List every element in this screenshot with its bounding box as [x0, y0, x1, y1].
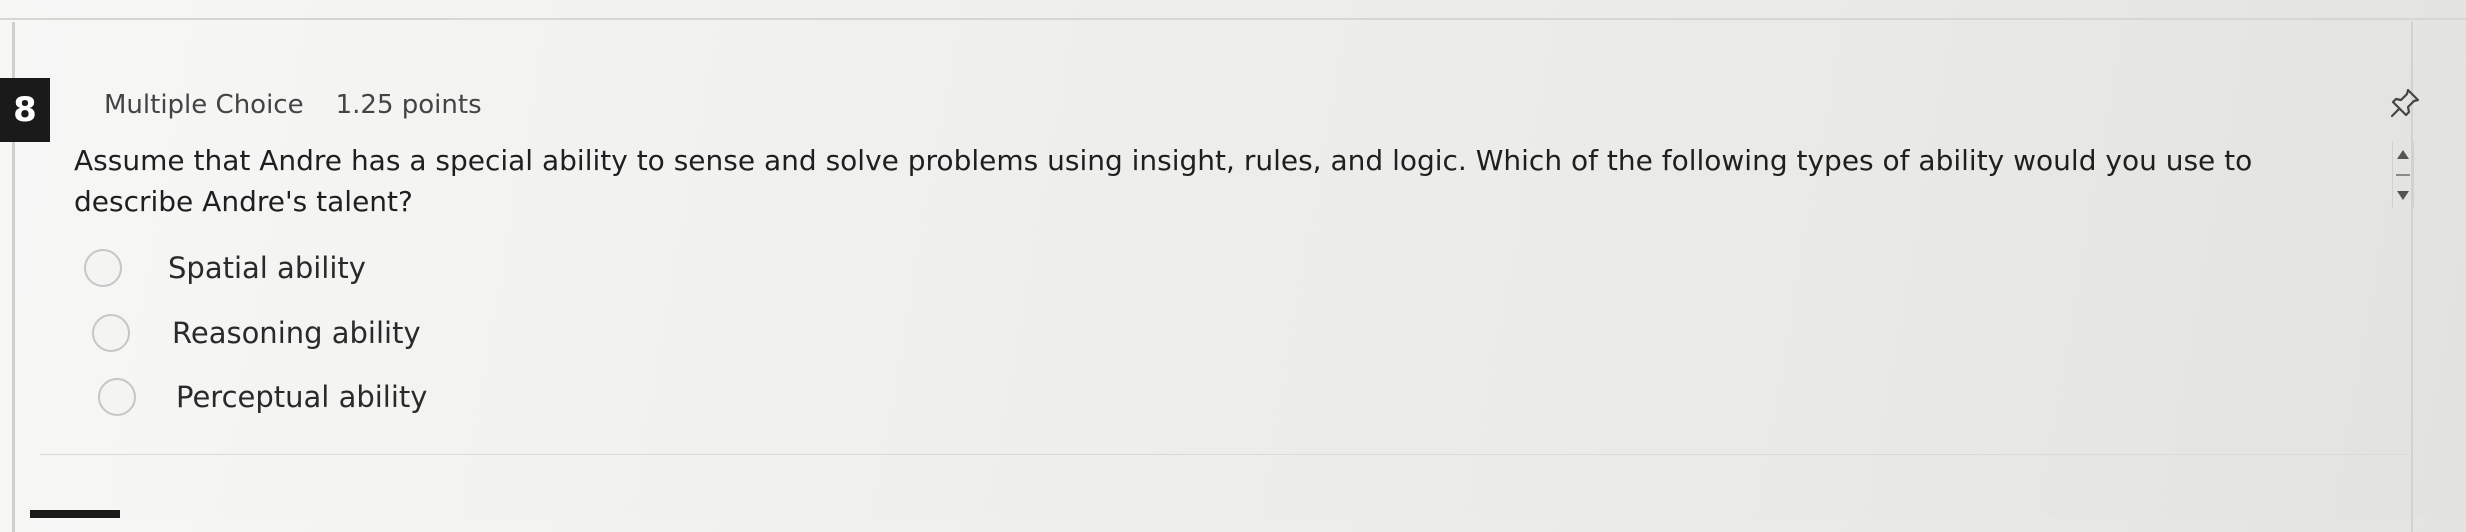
- question-meta: Multiple Choice 1.25 points: [104, 90, 482, 120]
- question-scroll-control[interactable]: [2392, 142, 2414, 208]
- radio-button-icon[interactable]: [98, 378, 136, 416]
- question-number-badge: 8: [0, 78, 50, 142]
- scroll-divider: [2396, 174, 2410, 176]
- question-prompt: Assume that Andre has a special ability …: [74, 144, 2253, 218]
- option-spatial-ability[interactable]: Spatial ability: [84, 249, 366, 287]
- arrow-up-icon[interactable]: [2397, 150, 2409, 159]
- option-label: Perceptual ability: [176, 380, 428, 414]
- bottom-divider: [40, 454, 2410, 455]
- radio-button-icon[interactable]: [92, 314, 130, 352]
- question-type: Multiple Choice: [104, 90, 304, 120]
- arrow-down-icon[interactable]: [2397, 191, 2409, 200]
- option-reasoning-ability[interactable]: Reasoning ability: [92, 314, 421, 352]
- question-points: 1.25 points: [335, 90, 482, 120]
- option-perceptual-ability[interactable]: Perceptual ability: [98, 378, 427, 416]
- option-label: Reasoning ability: [172, 316, 421, 350]
- top-divider: [0, 18, 2466, 20]
- pin-icon[interactable]: [2388, 86, 2422, 120]
- option-label: Spatial ability: [168, 251, 366, 285]
- radio-button-icon[interactable]: [84, 249, 122, 287]
- next-question-tab: [30, 510, 120, 518]
